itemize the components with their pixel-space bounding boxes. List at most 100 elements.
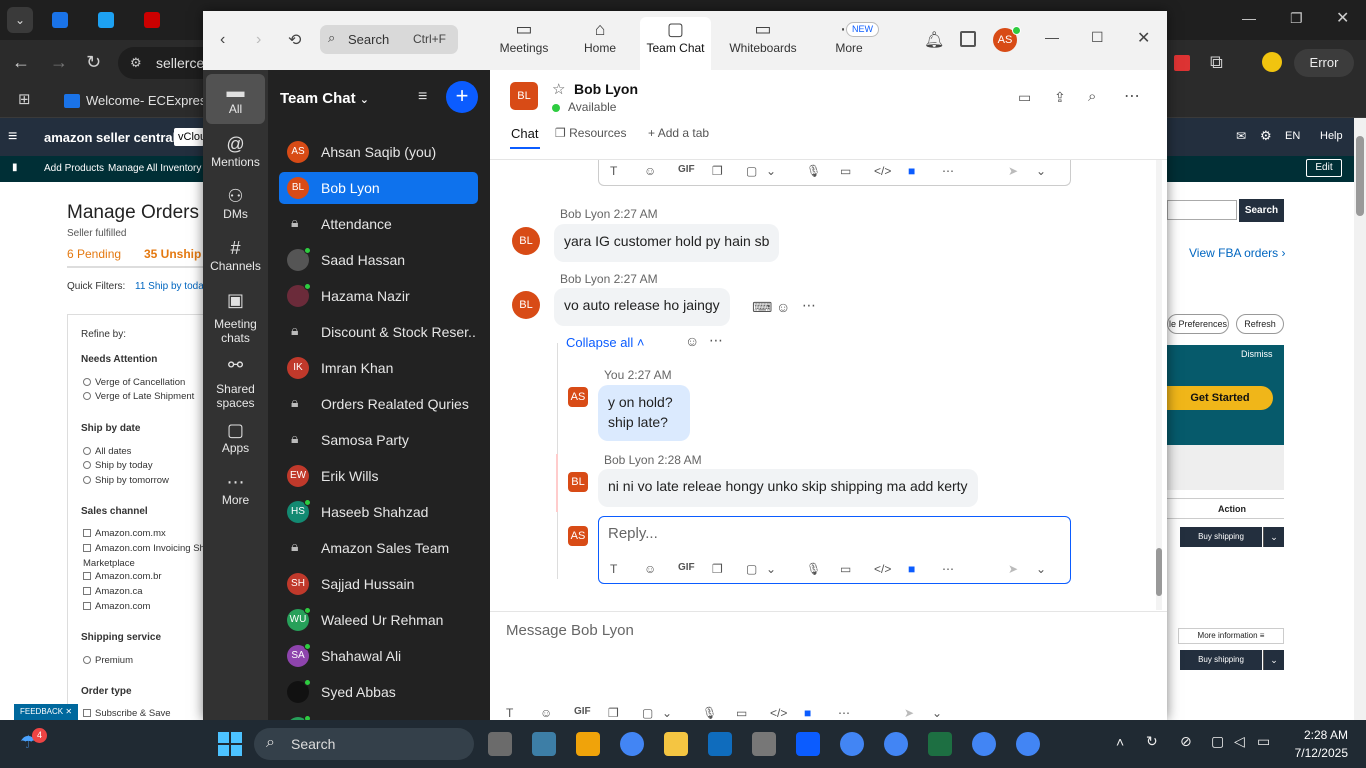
- copilot-icon[interactable]: [532, 732, 556, 756]
- rail-apps[interactable]: ▢ Apps: [206, 419, 265, 455]
- microsoft-store-icon[interactable]: [576, 732, 600, 756]
- filter-option[interactable]: Ship by today: [83, 460, 153, 471]
- minimize-icon[interactable]: —: [1242, 10, 1256, 26]
- send-icon[interactable]: ➤: [1008, 562, 1018, 576]
- language-selector[interactable]: EN: [1285, 130, 1300, 142]
- search-icon[interactable]: ⌕: [1088, 88, 1096, 105]
- filter-option[interactable]: Amazon.com: [83, 601, 150, 612]
- app-icon[interactable]: ■: [908, 562, 915, 576]
- more-info-button[interactable]: More information ≡: [1178, 628, 1284, 644]
- filter-option[interactable]: Amazon.com.br: [83, 571, 162, 582]
- chat-list-item[interactable]: WU Waleed Ur Rehman: [279, 604, 478, 636]
- chat-list-item[interactable]: AS Ahsan Saqib (you): [279, 136, 478, 168]
- site-info-icon[interactable]: ⚙: [130, 55, 142, 71]
- team-chat-title[interactable]: Team Chat ⌄: [280, 90, 369, 107]
- forward-icon[interactable]: →: [50, 52, 68, 72]
- chevron-up-icon[interactable]: ˄: [1116, 734, 1124, 750]
- chevron-down-icon[interactable]: ⌄: [1036, 562, 1046, 576]
- filter-option[interactable]: Ship by tomorrow: [83, 475, 169, 486]
- history-icon[interactable]: ⟲: [288, 30, 301, 50]
- chrome-profile-icon[interactable]: [972, 732, 996, 756]
- add-reaction-icon[interactable]: ☺: [685, 333, 699, 349]
- minimize-icon[interactable]: —: [1045, 29, 1059, 45]
- ec-tab-icon[interactable]: [52, 12, 68, 28]
- rail-more[interactable]: ⋯ More: [206, 471, 265, 507]
- apps-grid-icon[interactable]: ⊞: [18, 90, 31, 110]
- dismiss-link[interactable]: Dismiss: [1241, 349, 1273, 359]
- pending-tab[interactable]: 6 Pending: [67, 247, 121, 261]
- chrome-icon[interactable]: [620, 732, 644, 756]
- code-icon[interactable]: </>: [770, 706, 787, 720]
- chat-list-item[interactable]: WAWaleed Ayub: [279, 712, 478, 720]
- more-actions-icon[interactable]: ⋯: [709, 332, 723, 349]
- sender-avatar[interactable]: BL: [512, 291, 540, 319]
- search-button[interactable]: Search: [1239, 199, 1284, 222]
- contact-avatar[interactable]: BL: [510, 82, 538, 110]
- nav-meetings[interactable]: ▭ Meetings: [493, 17, 555, 67]
- send-icon[interactable]: ➤: [1008, 164, 1018, 178]
- chat-list-item[interactable]: EW Erik Wills: [279, 460, 478, 492]
- microphone-icon[interactable]: 🎙︎: [702, 706, 717, 720]
- chat-list-item[interactable]: 🔒︎ Samosa Party: [279, 424, 478, 456]
- feedback-tab[interactable]: FEEDBACK ✕: [14, 704, 79, 720]
- unshipped-tab[interactable]: 35 Unship: [144, 247, 201, 261]
- extensions-puzzle-icon[interactable]: ⧉: [1210, 52, 1223, 72]
- sender-avatar[interactable]: AS: [568, 387, 588, 407]
- chevron-down-icon[interactable]: ⌄: [1263, 650, 1284, 670]
- tab-icon[interactable]: [144, 12, 160, 28]
- error-button[interactable]: Error: [1294, 49, 1354, 77]
- share-screen-icon[interactable]: ⇪: [1054, 89, 1066, 106]
- rail-channels[interactable]: # Channels: [206, 237, 265, 273]
- forward-icon[interactable]: ›: [256, 31, 261, 49]
- edit-button[interactable]: Edit: [1306, 159, 1342, 177]
- filter-option[interactable]: Amazon.com Invoicing Sh: [83, 543, 205, 554]
- microphone-icon[interactable]: 🎙︎: [806, 164, 821, 178]
- filter-option[interactable]: Subscribe & Save: [83, 708, 171, 719]
- help-link[interactable]: Help: [1320, 130, 1343, 142]
- contact-name[interactable]: Bob Lyon: [574, 81, 638, 97]
- tab-chat[interactable]: Chat: [511, 126, 538, 141]
- chat-list-item[interactable]: IK Imran Khan: [279, 352, 478, 384]
- close-icon[interactable]: ✕: [1336, 8, 1349, 28]
- chrome-profile-icon[interactable]: [1016, 732, 1040, 756]
- screenshot-icon[interactable]: ▢: [746, 562, 757, 576]
- chevron-down-icon[interactable]: ⌄: [932, 706, 942, 720]
- new-chat-plus-icon[interactable]: +: [446, 81, 478, 113]
- get-started-button[interactable]: Get Started: [1167, 386, 1273, 410]
- rail-shared-spaces[interactable]: ⚯ Shared spaces: [206, 354, 265, 410]
- file-icon[interactable]: ❐: [712, 562, 723, 576]
- gif-icon[interactable]: GIF: [678, 562, 695, 573]
- video-message-icon[interactable]: ▭: [840, 562, 851, 576]
- bookmark-welcome[interactable]: Welcome- ECExpres...: [86, 93, 217, 108]
- taskbar-search[interactable]: ⌕ Search: [254, 728, 474, 760]
- video-message-icon[interactable]: ▭: [840, 164, 851, 178]
- chevron-down-icon[interactable]: ⌄: [766, 562, 776, 576]
- text-format-icon[interactable]: T: [506, 706, 513, 720]
- chevron-down-icon[interactable]: ⌄: [766, 164, 776, 178]
- more-actions-icon[interactable]: ⋯: [802, 297, 816, 314]
- refresh-button[interactable]: Refresh: [1236, 314, 1284, 334]
- gif-icon[interactable]: GIF: [678, 164, 695, 175]
- app-icon[interactable]: ■: [908, 164, 915, 178]
- hamburger-menu-icon[interactable]: ≡: [8, 128, 17, 146]
- bookmark-icon[interactable]: ▮: [12, 162, 18, 173]
- scrollbar-thumb[interactable]: [1356, 136, 1364, 216]
- windows-start-icon[interactable]: [218, 732, 242, 756]
- star-icon[interactable]: ☆: [552, 80, 565, 98]
- clock-time[interactable]: 2:28 AM: [1296, 728, 1348, 742]
- filter-option[interactable]: Verge of Late Shipment: [83, 391, 194, 402]
- filter-option[interactable]: All dates: [83, 446, 131, 457]
- tab-resources[interactable]: ❐ Resources: [555, 126, 626, 140]
- order-search-input[interactable]: [1167, 200, 1237, 220]
- gif-icon[interactable]: GIF: [574, 706, 591, 717]
- file-explorer-icon[interactable]: [664, 732, 688, 756]
- profile-avatar[interactable]: [1262, 52, 1282, 72]
- clock-date[interactable]: 7/12/2025: [1286, 746, 1348, 760]
- chat-list-item[interactable]: Hazama Nazir: [279, 280, 478, 312]
- video-message-icon[interactable]: ▭: [736, 706, 747, 720]
- search-input[interactable]: ⌕ Search Ctrl+F: [320, 25, 458, 54]
- buy-shipping-button[interactable]: Buy shipping: [1180, 527, 1262, 547]
- add-reaction-icon[interactable]: ☺: [776, 299, 790, 315]
- tab-icon[interactable]: [98, 12, 114, 28]
- chrome-profile-icon[interactable]: [840, 732, 864, 756]
